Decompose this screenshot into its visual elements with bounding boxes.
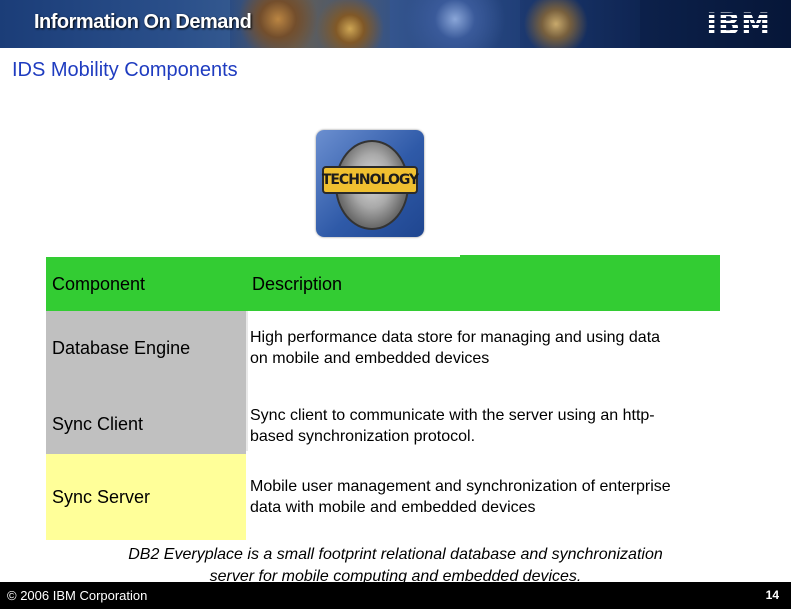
table-header-row: [46, 257, 720, 311]
component-description: High performance data store for managing…: [250, 327, 660, 369]
award-band-text: TECHNOLOGY: [321, 172, 419, 188]
description-line: Mobile user management and synchronizati…: [250, 478, 671, 495]
column-header-description: Description: [252, 274, 343, 294]
description-line: on mobile and embedded devices: [250, 350, 490, 367]
table-divider: [246, 311, 248, 451]
footer-bar: © 2006 IBM Corporation 14: [0, 582, 791, 609]
description-line: based synchronization protocol.: [250, 428, 476, 445]
banner-photo-collage: [520, 0, 640, 48]
component-name: Sync Client: [52, 414, 144, 434]
award-band: TECHNOLOGY: [321, 166, 419, 194]
ibm-logo: IBM: [706, 7, 771, 41]
banner-title: Information On Demand: [34, 11, 252, 33]
banner-photo-collage: [390, 0, 520, 48]
page-title: IDS Mobility Components: [12, 59, 238, 81]
component-name: Database Engine: [52, 338, 191, 358]
column-header-component: Component: [52, 274, 146, 294]
footnote-line: DB2 Everyplace is a small footprint rela…: [128, 546, 663, 563]
description-line: data with mobile and embedded devices: [250, 499, 536, 516]
component-description: Mobile user management and synchronizati…: [250, 476, 671, 518]
banner-photo-collage: [230, 0, 390, 48]
header-banner: Information On Demand IBM: [0, 0, 791, 48]
description-line: High performance data store for managing…: [250, 329, 661, 346]
technology-award-image: TECHNOLOGY: [316, 130, 424, 237]
component-name: Sync Server: [52, 487, 151, 507]
page-number: 14: [765, 588, 779, 602]
description-line: Sync client to communicate with the serv…: [250, 407, 655, 424]
component-description: Sync client to communicate with the serv…: [250, 405, 655, 447]
copyright-text: © 2006 IBM Corporation: [7, 588, 148, 603]
